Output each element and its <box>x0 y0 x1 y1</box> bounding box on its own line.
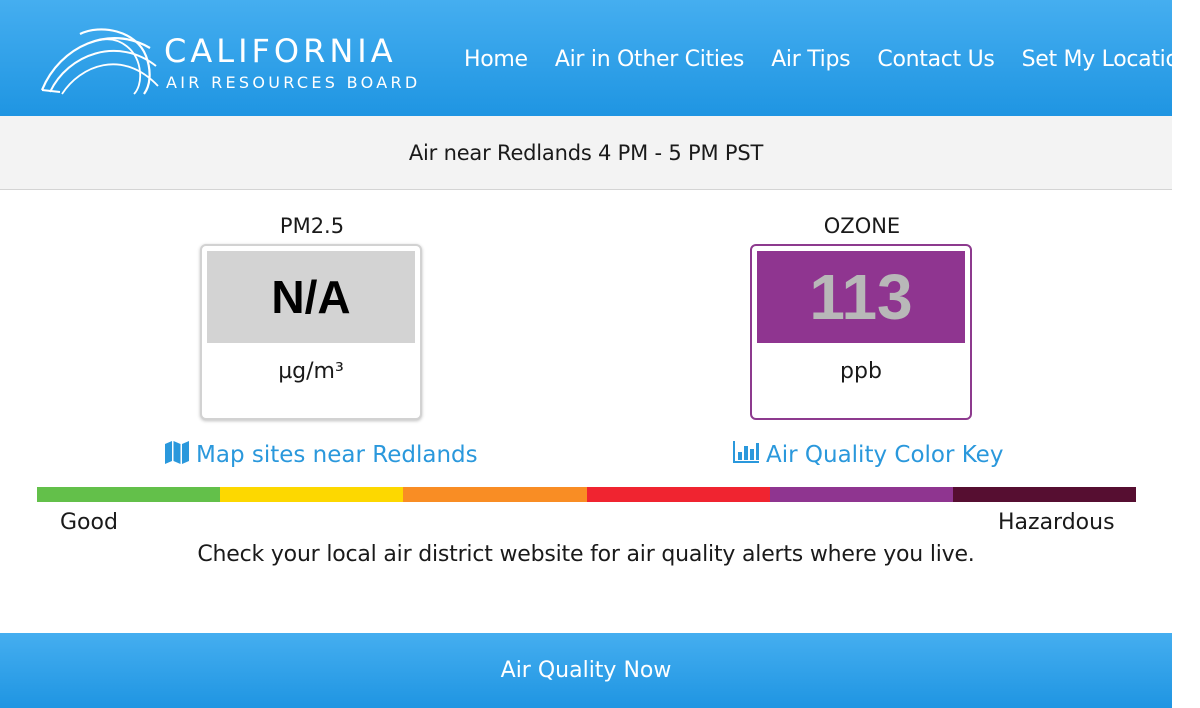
location-time-text: Air near Redlands 4 PM - 5 PM PST <box>408 140 764 165</box>
color-key-link-label: Air Quality Color Key <box>766 442 1004 468</box>
logo-subtitle: AIR RESOURCES BOARD <box>166 73 421 92</box>
ozone-label: OZONE <box>823 214 901 238</box>
scale-segment-5 <box>769 487 953 502</box>
footer-title: Air Quality Now <box>500 658 672 683</box>
color-key-link[interactable]: Air Quality Color Key <box>732 440 1003 470</box>
logo-title: CALIFORNIA <box>164 32 397 70</box>
page-margin <box>1172 0 1200 708</box>
scale-low-label: Good <box>60 510 118 535</box>
aqi-color-scale <box>37 487 1137 502</box>
pm25-label: PM2.5 <box>279 214 345 238</box>
scale-high-label: Hazardous <box>998 510 1115 535</box>
carb-logo[interactable]: CALIFORNIA AIR RESOURCES BOARD <box>40 26 440 96</box>
scale-segment-2 <box>220 487 404 502</box>
map-icon <box>164 440 190 470</box>
main-nav: Home Air in Other Cities Air Tips Contac… <box>464 44 1172 78</box>
pm25-unit: µg/m³ <box>278 359 344 384</box>
air-district-notice: Check your local air district website fo… <box>197 542 975 567</box>
pm25-panel: PM2.5 N/A µg/m³ <box>200 212 424 420</box>
ozone-card[interactable]: 113 ppb <box>750 244 972 420</box>
nav-home[interactable]: Home <box>464 44 528 76</box>
pm25-value: N/A <box>207 251 415 343</box>
bar-chart-icon <box>732 440 760 470</box>
map-sites-link[interactable]: Map sites near Redlands <box>164 440 478 470</box>
ozone-panel: OZONE 113 ppb <box>750 212 974 420</box>
scale-segment-1 <box>37 487 221 502</box>
nav-air-in-other-cities[interactable]: Air in Other Cities <box>555 44 745 76</box>
footer-bar[interactable]: Air Quality Now <box>0 633 1172 708</box>
pm25-card[interactable]: N/A µg/m³ <box>200 244 422 420</box>
nav-contact-us[interactable]: Contact Us <box>877 44 994 76</box>
nav-air-tips[interactable]: Air Tips <box>771 44 850 76</box>
ozone-value: 113 <box>757 251 965 343</box>
location-time-bar: Air near Redlands 4 PM - 5 PM PST <box>0 116 1172 190</box>
page: CALIFORNIA AIR RESOURCES BOARD Home Air … <box>0 0 1172 708</box>
map-sites-link-label: Map sites near Redlands <box>196 442 478 468</box>
arc-swoosh-logo-icon <box>40 28 159 95</box>
ozone-unit: ppb <box>840 359 882 384</box>
nav-set-my-location[interactable]: Set My Location <box>1022 44 1172 76</box>
site-header: CALIFORNIA AIR RESOURCES BOARD Home Air … <box>0 0 1172 116</box>
scale-segment-3 <box>403 487 587 502</box>
scale-segment-4 <box>586 487 770 502</box>
scale-segment-6 <box>952 487 1137 502</box>
